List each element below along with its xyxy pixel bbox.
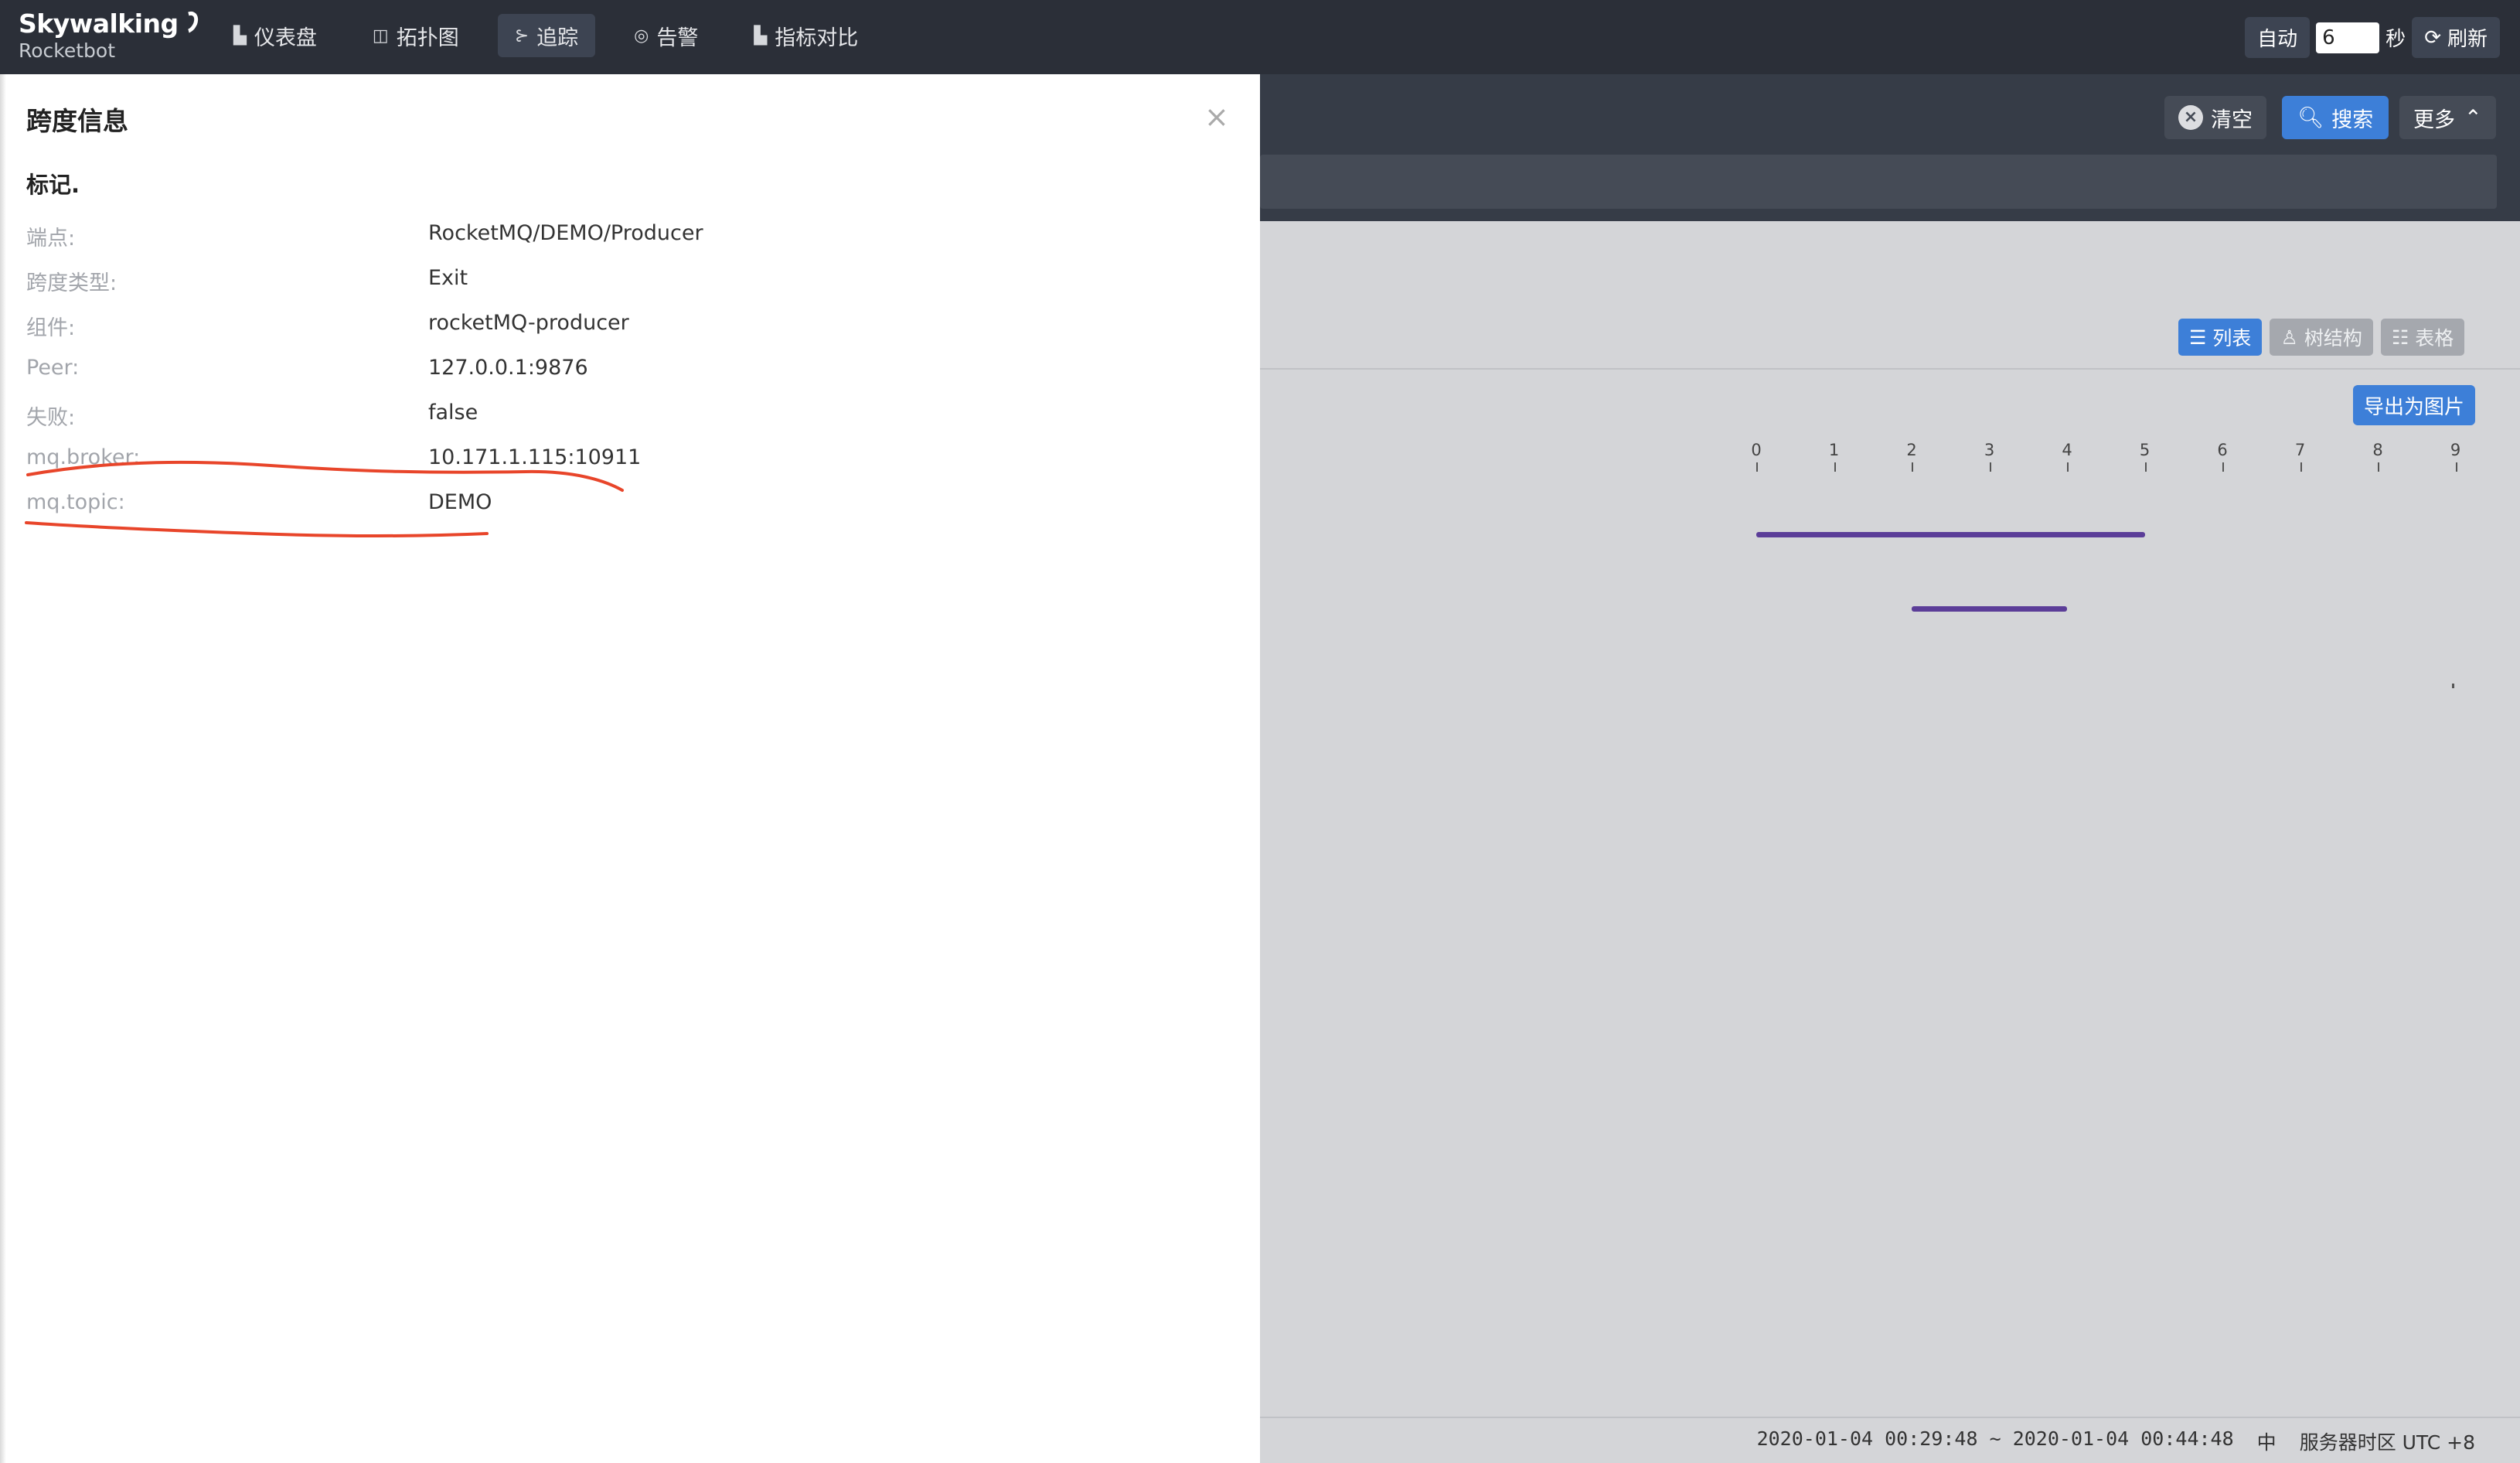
logo[interactable]: Skywalking Rocketbot (19, 8, 202, 62)
axis-tick-mark (1834, 462, 1836, 472)
refresh-button[interactable]: ⟳ 刷新 (2412, 17, 2500, 58)
table-icon: ☷ (2391, 326, 2409, 349)
nav-topology-label: 拓扑图 (396, 26, 459, 50)
tab-tree[interactable]: ♙ 树结构 (2270, 319, 2373, 356)
tag-key: mq.broker: (26, 445, 141, 469)
axis-tick-mark (2222, 462, 2224, 472)
search-icon: 🔍︎ (2297, 106, 2324, 130)
tab-tree-label: 树结构 (2304, 327, 2362, 350)
nav-alarm[interactable]: ◎ 告警 (617, 14, 715, 57)
refresh-controls: 自动 6 秒 ⟳ 刷新 (2245, 17, 2500, 58)
logo-text: Skywalking (19, 9, 179, 39)
list-icon: ☰ (2189, 326, 2207, 349)
filter-bar[interactable] (1260, 155, 2497, 209)
axis-tick-label: 4 (2062, 441, 2072, 459)
axis-tick-mark (2144, 462, 2147, 472)
tag-value: DEMO (428, 490, 492, 514)
axis-tick-label: 5 (2139, 441, 2151, 459)
nav-trace[interactable]: ⊱ 追踪 (497, 14, 596, 57)
export-image-button[interactable]: 导出为图片 (2353, 385, 2476, 425)
search-button[interactable]: 🔍︎ 搜索 (2282, 96, 2389, 139)
axis-tick-mark (2067, 462, 2069, 472)
tag-value: Exit (428, 266, 468, 290)
panel-edge-shadow (0, 74, 6, 1463)
language-toggle[interactable]: 中 (2257, 1427, 2277, 1455)
content-divider (1260, 368, 2520, 370)
clear-icon: × (2178, 105, 2203, 130)
chevron-up-icon: ⌃ (2464, 105, 2482, 130)
nav-compare-label: 指标对比 (775, 26, 859, 50)
main-nav: ▙ 仪表盘 ◫ 拓扑图 ⊱ 追踪 ◎ 告警 ▙ 指标对比 (216, 14, 875, 57)
nav-topology[interactable]: ◫ 拓扑图 (356, 14, 476, 57)
time-range[interactable]: 2020-01-04 00:29:48 ~ 2020-01-04 00:44:4… (1757, 1427, 2234, 1455)
tag-value: 10.171.1.115:10911 (428, 445, 642, 469)
tag-key: 端点: (26, 227, 76, 251)
tag-value: rocketMQ-producer (428, 311, 629, 335)
topology-icon: ◫ (372, 26, 389, 46)
compare-icon: ▙ (754, 26, 768, 46)
refresh-label: 刷新 (2447, 28, 2488, 51)
tag-key: Peer: (26, 356, 80, 380)
span-bar[interactable] (1912, 606, 2067, 612)
axis-tick-label: 6 (2217, 441, 2228, 459)
view-mode-tabs: ☰ 列表 ♙ 树结构 ☷ 表格 (2178, 319, 2465, 356)
underline-mq-topic (25, 521, 489, 537)
axis-tick-mark (1989, 462, 1991, 472)
close-icon[interactable]: × (1204, 102, 1229, 131)
axis-tick-label: 7 (2294, 441, 2306, 459)
nav-dashboard-label: 仪表盘 (254, 26, 317, 50)
tag-key: mq.topic: (26, 490, 125, 514)
logo-subtitle: Rocketbot (19, 39, 116, 62)
panel-title: 跨度信息 (26, 106, 128, 136)
logo-swoosh-icon (175, 8, 202, 37)
tag-key: 跨度类型: (26, 271, 117, 295)
axis-tick-mark (1912, 462, 1913, 472)
nav-alarm-label: 告警 (656, 26, 699, 50)
auto-refresh-toggle[interactable]: 自动 (2245, 17, 2311, 58)
alarm-icon: ◎ (634, 26, 649, 46)
timeline-marker (2452, 684, 2454, 688)
tab-table-label: 表格 (2415, 327, 2454, 350)
more-label: 更多 (2413, 107, 2455, 132)
refresh-interval-input[interactable]: 6 (2316, 22, 2380, 53)
tag-value: RocketMQ/DEMO/Producer (428, 221, 703, 245)
axis-tick-label: 9 (2450, 441, 2461, 459)
nav-trace-label: 追踪 (536, 26, 579, 50)
span-info-panel: 跨度信息 × 标记. 端点: RocketMQ/DEMO/Producer 跨度类… (0, 74, 1260, 1463)
more-button[interactable]: 更多 ⌃ (2399, 96, 2496, 139)
axis-tick-label: 2 (1906, 441, 1917, 459)
axis-tick-mark (2378, 462, 2379, 472)
axis-tick-mark (2455, 462, 2457, 472)
trace-icon: ⊱ (514, 26, 530, 46)
axis-tick-label: 3 (1984, 441, 1995, 459)
tag-key: 组件: (26, 316, 76, 340)
tag-value: 127.0.0.1:9876 (428, 356, 588, 380)
tag-value: false (428, 401, 478, 425)
span-bar[interactable] (1756, 532, 2145, 537)
clear-label: 清空 (2211, 107, 2253, 132)
footer: 2020-01-04 00:29:48 ~ 2020-01-04 00:44:4… (1757, 1427, 2475, 1455)
tags-heading: 标记. (26, 172, 80, 198)
tab-list[interactable]: ☰ 列表 (2178, 319, 2263, 356)
top-navigation: Skywalking Rocketbot ▙ 仪表盘 ◫ 拓扑图 ⊱ 追踪 ◎ 告警 ▙… (0, 0, 2520, 74)
nav-compare[interactable]: ▙ 指标对比 (737, 14, 875, 57)
timeline-axis: 0 1 2 3 4 5 6 7 8 9 (1716, 441, 2489, 472)
axis-tick-mark (2300, 462, 2302, 472)
tree-icon: ♙ (2280, 326, 2298, 349)
axis-tick-label: 0 (1751, 441, 1762, 459)
tab-list-label: 列表 (2212, 327, 2252, 350)
clear-button[interactable]: × 清空 (2164, 96, 2266, 139)
axis-tick-label: 8 (2372, 441, 2383, 459)
axis-tick-label: 1 (1828, 441, 1840, 459)
timezone-label[interactable]: 服务器时区 UTC +8 (2300, 1427, 2475, 1455)
footer-divider (1260, 1417, 2520, 1418)
refresh-icon: ⟳ (2424, 26, 2441, 49)
tag-key: 失败: (26, 406, 76, 430)
interval-unit: 秒 (2385, 28, 2406, 51)
chart-icon: ▙ (233, 26, 247, 46)
search-label: 搜索 (2331, 107, 2374, 132)
tab-table[interactable]: ☷ 表格 (2380, 319, 2465, 356)
axis-tick-mark (1756, 462, 1758, 472)
nav-dashboard[interactable]: ▙ 仪表盘 (216, 14, 334, 57)
